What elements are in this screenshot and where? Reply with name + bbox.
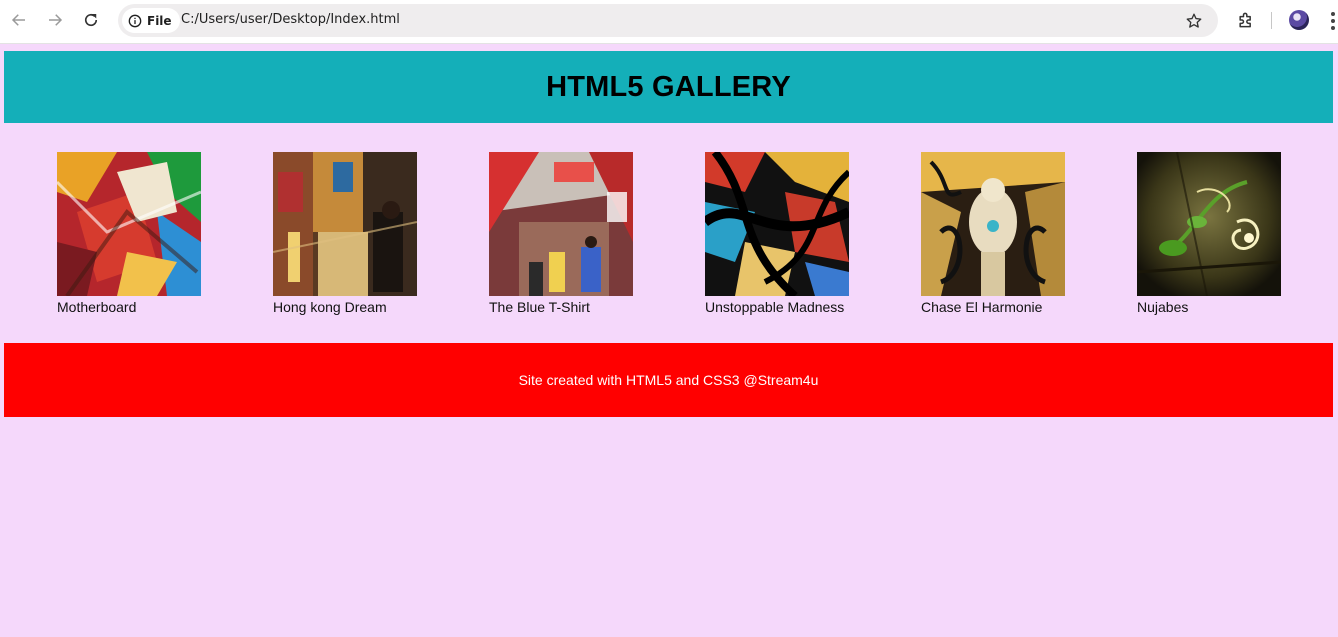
kebab-menu-icon: [1331, 12, 1335, 16]
gallery-caption: Chase El Harmonie: [921, 299, 1043, 315]
info-icon: [128, 14, 142, 27]
artwork-image: [705, 152, 849, 296]
gallery-item-nujabes[interactable]: Nujabes: [1137, 152, 1337, 315]
url-text[interactable]: C:/Users/user/Desktop/Index.html: [181, 12, 400, 27]
gallery-caption: The Blue T-Shirt: [489, 299, 590, 315]
gallery-caption: Motherboard: [57, 299, 137, 315]
footer-text: Site created with HTML5 and CSS3 @Stream…: [518, 372, 819, 388]
address-bar[interactable]: File C:/Users/user/Desktop/Index.html: [118, 4, 1218, 37]
back-button[interactable]: [7, 8, 31, 32]
reload-button[interactable]: [79, 8, 103, 32]
forward-button[interactable]: [43, 8, 67, 32]
browser-menu-button[interactable]: [1328, 10, 1338, 32]
browser-toolbar: File C:/Users/user/Desktop/Index.html: [0, 0, 1338, 44]
gallery-item-motherboard[interactable]: Motherboard: [57, 152, 257, 315]
gallery-thumbnail[interactable]: [57, 152, 201, 296]
gallery-caption: Hong kong Dream: [273, 299, 387, 315]
gallery-item-blue-t-shirt[interactable]: The Blue T-Shirt: [489, 152, 689, 315]
gallery-caption: Unstoppable Madness: [705, 299, 845, 315]
artwork-image: [273, 152, 417, 296]
artwork-image: [489, 152, 633, 296]
gallery-thumbnail[interactable]: [489, 152, 633, 296]
artwork-image: [921, 152, 1065, 296]
gallery-item-chase-el-harmonie[interactable]: Chase El Harmonie: [921, 152, 1121, 315]
extensions-button[interactable]: [1234, 8, 1258, 32]
gallery-thumbnail[interactable]: [921, 152, 1065, 296]
gallery-item-unstoppable-madness[interactable]: Unstoppable Madness: [705, 152, 905, 315]
extensions-puzzle-icon: [1239, 12, 1251, 28]
bookmark-button[interactable]: [1184, 11, 1204, 31]
page-footer: Site created with HTML5 and CSS3 @Stream…: [4, 343, 1333, 417]
site-chip-label: File: [147, 13, 172, 28]
gallery-thumbnail[interactable]: [1137, 152, 1281, 296]
artwork-image: [57, 152, 201, 296]
gallery-thumbnail[interactable]: [705, 152, 849, 296]
forward-arrow-icon: [49, 14, 63, 26]
profile-avatar[interactable]: [1289, 10, 1309, 30]
reload-icon: [84, 13, 98, 27]
gallery-thumbnail[interactable]: [273, 152, 417, 296]
artwork-image: [1137, 152, 1281, 296]
page-title: HTML5 GALLERY: [546, 70, 791, 103]
gallery-item-hong-kong-dream[interactable]: Hong kong Dream: [273, 152, 473, 315]
gallery: Motherboard Hong kong Dream The Blue T-S…: [0, 152, 1338, 322]
back-arrow-icon: [11, 14, 25, 26]
toolbar-separator: [1271, 12, 1272, 29]
page-header: HTML5 GALLERY: [4, 51, 1333, 123]
gallery-caption: Nujabes: [1137, 299, 1189, 315]
site-info-chip[interactable]: File: [122, 8, 180, 33]
star-icon: [1186, 13, 1202, 28]
